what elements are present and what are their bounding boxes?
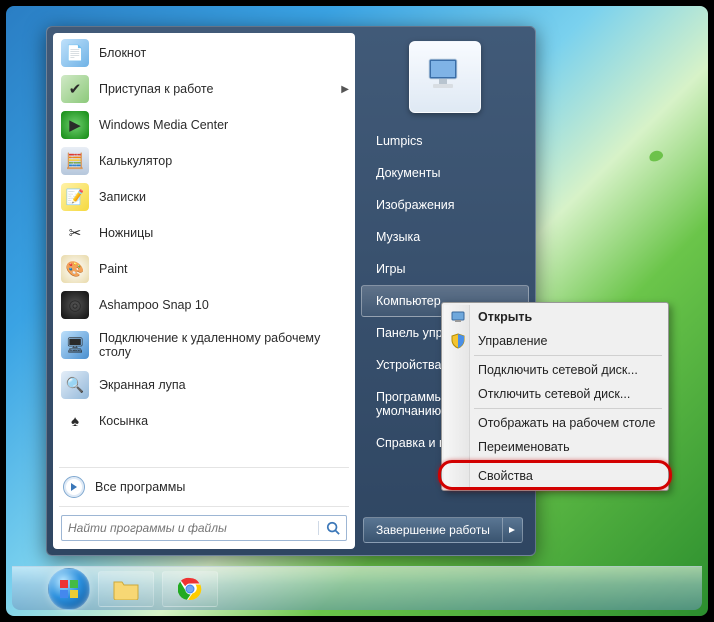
program-item[interactable]: 🖥 Подключение к удаленному рабочему стол… bbox=[53, 323, 355, 367]
context-menu-separator bbox=[474, 355, 662, 356]
arrow-right-icon bbox=[63, 476, 85, 498]
leaf-decoration bbox=[648, 149, 665, 163]
all-programs-label: Все программы bbox=[95, 480, 185, 494]
shield-icon bbox=[450, 333, 466, 349]
separator bbox=[59, 506, 349, 507]
program-icon: ▶ bbox=[61, 111, 89, 139]
program-item[interactable]: ▶ Windows Media Center bbox=[53, 107, 355, 143]
program-item[interactable]: ♠ Косынка bbox=[53, 403, 355, 439]
program-label: Приступая к работе bbox=[99, 82, 213, 96]
program-icon: ◎ bbox=[61, 291, 89, 319]
search-row bbox=[53, 509, 355, 549]
taskbar-chrome-button[interactable] bbox=[162, 571, 218, 607]
context-menu-label: Отключить сетевой диск... bbox=[478, 387, 630, 401]
taskbar bbox=[12, 566, 702, 610]
program-icon: 🔍 bbox=[61, 371, 89, 399]
start-button[interactable] bbox=[48, 568, 90, 610]
program-label: Калькулятор bbox=[99, 154, 172, 168]
right-pane-item[interactable]: Игры bbox=[361, 253, 529, 285]
context-menu-separator bbox=[474, 408, 662, 409]
program-list: 📄 Блокнот ✔ Приступая к работе ▶▶ Window… bbox=[53, 33, 355, 465]
search-input[interactable] bbox=[62, 521, 318, 535]
shutdown-row: Завершение работы bbox=[363, 517, 527, 543]
program-item[interactable]: ◎ Ashampoo Snap 10 bbox=[53, 287, 355, 323]
computer-icon bbox=[450, 309, 466, 325]
start-menu-left-pane: 📄 Блокнот ✔ Приступая к работе ▶▶ Window… bbox=[53, 33, 355, 549]
taskbar-explorer-button[interactable] bbox=[98, 571, 154, 607]
user-picture[interactable] bbox=[409, 41, 481, 113]
program-label: Косынка bbox=[99, 414, 148, 428]
context-menu-item[interactable]: Подключить сетевой диск... bbox=[444, 358, 666, 382]
shutdown-button[interactable]: Завершение работы bbox=[363, 517, 503, 543]
program-label: Блокнот bbox=[99, 46, 146, 60]
context-menu-item[interactable]: Управление bbox=[444, 329, 666, 353]
right-pane-item[interactable]: Документы bbox=[361, 157, 529, 189]
context-menu-item[interactable]: Свойства bbox=[444, 464, 666, 488]
submenu-arrow-icon: ▶ bbox=[341, 84, 349, 95]
context-menu-item[interactable]: Отображать на рабочем столе bbox=[444, 411, 666, 435]
program-label: Windows Media Center bbox=[99, 118, 228, 132]
program-icon: 🖥 bbox=[61, 331, 89, 359]
program-item[interactable]: ✂ Ножницы bbox=[53, 215, 355, 251]
program-item[interactable]: 📄 Блокнот bbox=[53, 35, 355, 71]
context-menu-label: Свойства bbox=[478, 469, 533, 483]
program-icon: 📄 bbox=[61, 39, 89, 67]
program-label: Ножницы bbox=[99, 226, 153, 240]
program-icon: 📝 bbox=[61, 183, 89, 211]
program-icon: ✂ bbox=[61, 219, 89, 247]
program-label: Ashampoo Snap 10 bbox=[99, 298, 209, 312]
search-box[interactable] bbox=[61, 515, 347, 541]
program-label: Paint bbox=[99, 262, 128, 276]
program-item[interactable]: ✔ Приступая к работе ▶ bbox=[53, 71, 355, 107]
separator bbox=[59, 467, 349, 468]
program-icon: ✔ bbox=[61, 75, 89, 103]
program-icon: ♠ bbox=[61, 407, 89, 435]
program-label: Экранная лупа bbox=[99, 378, 186, 392]
right-pane-item[interactable]: Изображения bbox=[361, 189, 529, 221]
context-menu-item[interactable]: Переименовать bbox=[444, 435, 666, 459]
program-icon: 🎨 bbox=[61, 255, 89, 283]
program-item[interactable]: 🔍 Экранная лупа bbox=[53, 367, 355, 403]
context-menu-label: Управление bbox=[478, 334, 548, 348]
all-programs-button[interactable]: Все программы bbox=[53, 470, 355, 504]
context-menu-separator bbox=[474, 461, 662, 462]
program-item[interactable]: 🧮 Калькулятор bbox=[53, 143, 355, 179]
context-menu-label: Подключить сетевой диск... bbox=[478, 363, 638, 377]
context-menu-label: Открыть bbox=[478, 310, 532, 324]
desktop-wallpaper: 📄 Блокнот ✔ Приступая к работе ▶▶ Window… bbox=[6, 6, 708, 616]
context-menu: Открыть Управление Подключить сетевой диск… bbox=[441, 302, 669, 491]
context-menu-item[interactable]: Отключить сетевой диск... bbox=[444, 382, 666, 406]
right-pane-item[interactable]: Lumpics bbox=[361, 125, 529, 157]
program-label: Записки bbox=[99, 190, 146, 204]
program-label: Подключение к удаленному рабочему столу bbox=[99, 331, 347, 359]
program-item[interactable]: 🎨 Paint bbox=[53, 251, 355, 287]
context-menu-item[interactable]: Открыть bbox=[444, 305, 666, 329]
shutdown-options-button[interactable] bbox=[503, 517, 523, 543]
program-icon: 🧮 bbox=[61, 147, 89, 175]
context-menu-label: Отображать на рабочем столе bbox=[478, 416, 655, 430]
right-pane-item[interactable]: Музыка bbox=[361, 221, 529, 253]
search-icon[interactable] bbox=[318, 521, 346, 535]
program-item[interactable]: 📝 Записки bbox=[53, 179, 355, 215]
context-menu-label: Переименовать bbox=[478, 440, 570, 454]
